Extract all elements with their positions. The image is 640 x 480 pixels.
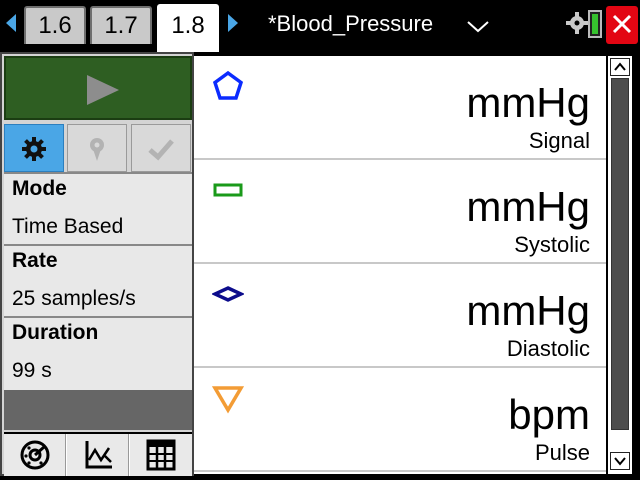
setting-label: Rate <box>4 246 192 280</box>
battery-icon <box>588 10 602 38</box>
scroll-down-button[interactable] <box>610 452 630 470</box>
meter-name: Diastolic <box>506 336 590 361</box>
graph-view-button[interactable] <box>67 434 129 476</box>
chevron-down-icon[interactable] <box>466 20 490 39</box>
tab-1-8[interactable]: 1.8 <box>157 4 219 52</box>
meter-scrollbar[interactable] <box>608 56 632 474</box>
meter-unit: bpm <box>508 391 590 438</box>
view-toolbar <box>4 432 192 476</box>
setting-value: 99 s <box>4 352 192 390</box>
meter-signal[interactable]: mmHg Signal <box>194 56 606 160</box>
setting-value: Time Based <box>4 208 192 246</box>
close-button[interactable] <box>606 6 638 44</box>
tab-scroll-right-icon[interactable] <box>226 12 242 34</box>
tab-1-7[interactable]: 1.7 <box>90 6 152 44</box>
meter-list: mmHg Signal mmHg Systolic mmHg Diastolic… <box>194 56 606 474</box>
table-view-icon <box>146 439 176 471</box>
start-collection-button[interactable] <box>4 56 192 120</box>
mode-toolbar <box>4 124 192 172</box>
meter-view-icon <box>20 440 49 470</box>
tab-scroll-left-icon[interactable] <box>4 12 20 34</box>
checkmark-icon <box>148 139 174 161</box>
scroll-thumb[interactable] <box>611 78 629 430</box>
meter-diastolic[interactable]: mmHg Diastolic <box>194 264 606 368</box>
chevron-down-icon <box>614 457 626 466</box>
meter-unit: mmHg <box>466 79 590 126</box>
meter-systolic[interactable]: mmHg Systolic <box>194 160 606 264</box>
keep-mode-button[interactable] <box>131 124 191 172</box>
setting-label: Duration <box>4 318 192 352</box>
gear-icon <box>22 137 46 161</box>
scroll-up-button[interactable] <box>610 58 630 76</box>
pentagon-icon <box>212 70 244 107</box>
tab-1-6[interactable]: 1.6 <box>24 6 86 44</box>
pin-icon <box>90 138 104 161</box>
meter-name: Systolic <box>514 232 590 257</box>
setting-label: Mode <box>4 174 192 208</box>
mark-mode-button[interactable] <box>67 124 127 172</box>
top-bar: 1.6 1.7 1.8 *Blood_Pressure <box>0 0 640 52</box>
document-title[interactable]: *Blood_Pressure <box>268 10 433 38</box>
setting-mode[interactable]: Mode Time Based <box>4 172 192 246</box>
meter-name: Signal <box>528 128 590 153</box>
setting-value: 25 samples/s <box>4 280 192 318</box>
rectangle-icon <box>212 174 244 211</box>
meter-unit: mmHg <box>466 287 590 334</box>
table-view-button[interactable] <box>130 434 192 476</box>
graph-view-icon <box>85 441 112 469</box>
meter-name: Pulse <box>534 440 590 465</box>
meter-view-button[interactable] <box>4 434 66 476</box>
triangle-icon <box>211 382 245 419</box>
chevron-up-icon <box>614 62 626 71</box>
setting-duration[interactable]: Duration 99 s <box>4 316 192 390</box>
play-icon <box>87 75 119 105</box>
diamond-icon <box>210 278 246 315</box>
panel-spacer <box>4 390 192 430</box>
meter-pulse[interactable]: bpm Pulse <box>194 368 606 472</box>
setting-rate[interactable]: Rate 25 samples/s <box>4 244 192 318</box>
close-icon <box>612 14 632 34</box>
meter-unit: mmHg <box>466 183 590 230</box>
settings-mode-button[interactable] <box>4 124 64 172</box>
data-collection-panel: Mode Time Based Rate 25 samples/s Durati… <box>0 52 194 476</box>
settings-gear-icon[interactable] <box>566 9 588 42</box>
